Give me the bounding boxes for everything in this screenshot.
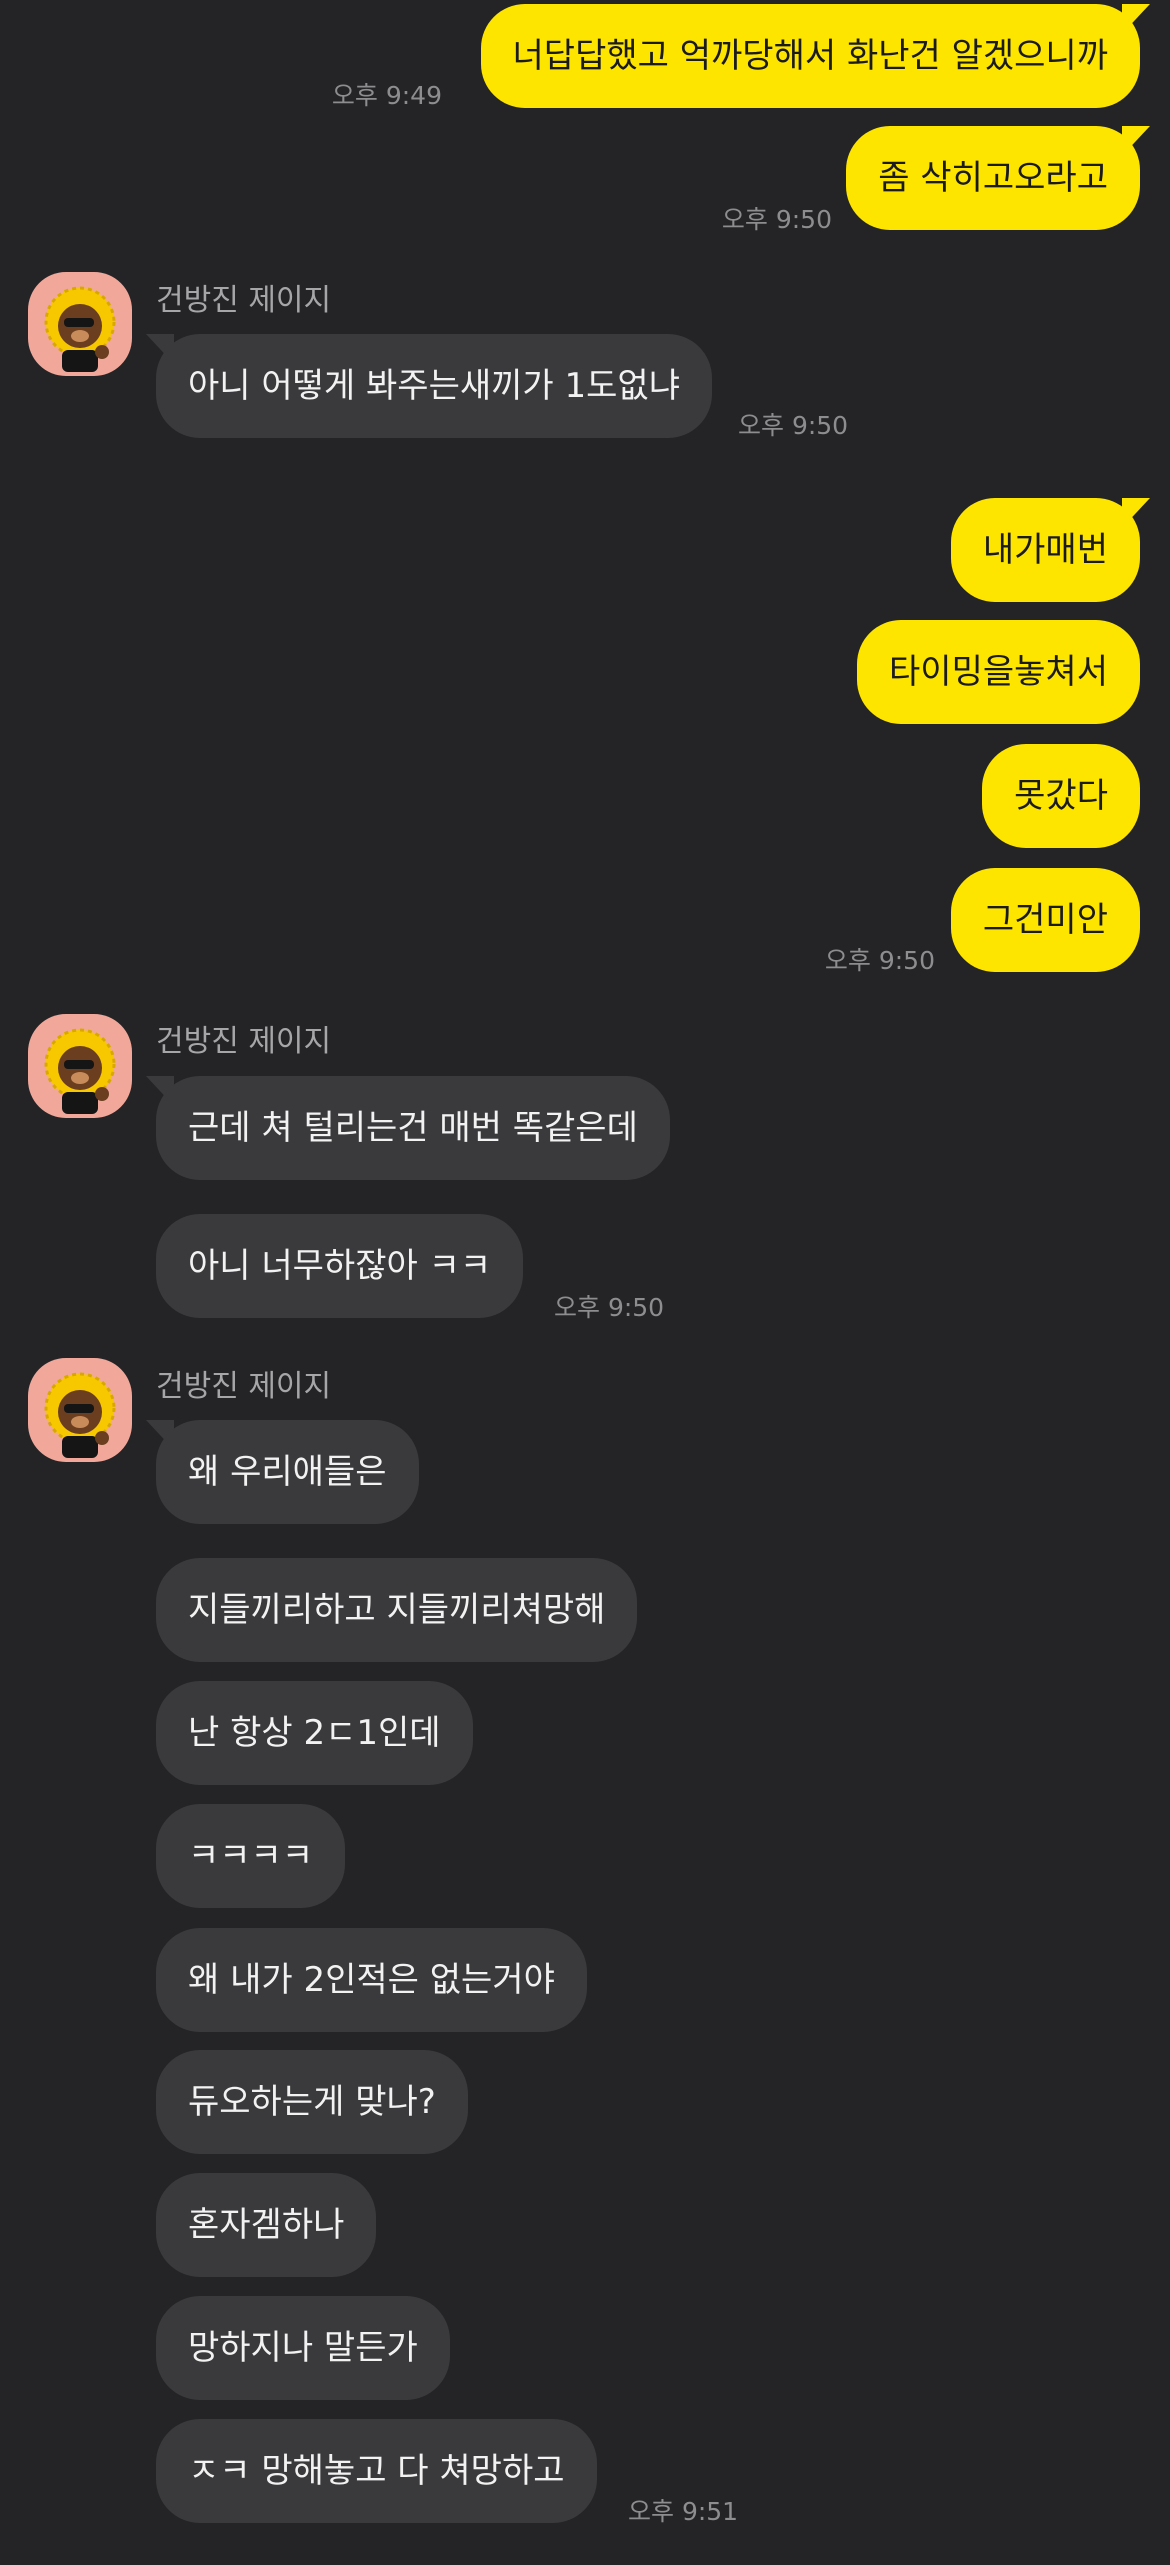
timestamp: 오후 9:51 <box>628 2497 739 2526</box>
my-message-bubble[interactable]: 너답답했고 억까당해서 화난건 알겠으니까 <box>480 4 1151 108</box>
timestamp: 오후 9:50 <box>738 411 849 440</box>
kakao-jay-g-character-icon <box>44 286 116 372</box>
their-message-bubble[interactable]: 아니 너무하잖아 ㅋㅋ <box>156 1214 524 1318</box>
their-message-bubble[interactable]: 근데 쳐 털리는건 매번 똑같은데 <box>146 1076 670 1180</box>
my-message-bubble[interactable]: 못갔다 <box>982 744 1140 848</box>
timestamp: 오후 9:49 <box>331 81 442 110</box>
kakao-jay-g-character-icon <box>44 1372 116 1458</box>
their-message-bubble[interactable]: 아니 어떻게 봐주는새끼가 1도없냐 <box>146 334 712 438</box>
my-message-bubble[interactable]: 내가매번 <box>950 498 1151 602</box>
their-message-bubble[interactable]: ㅈㅋ 망해놓고 다 쳐망하고 <box>156 2419 597 2523</box>
sender-name: 건방진 제이지 <box>156 1024 332 1059</box>
avatar[interactable] <box>28 1014 132 1118</box>
their-message-bubble[interactable]: 지들끼리하고 지들끼리쳐망해 <box>156 1558 638 1662</box>
their-message-bubble[interactable]: 듀오하는게 맞나? <box>156 2050 468 2154</box>
their-message-bubble[interactable]: 난 항상 2ㄷ1인데 <box>156 1681 473 1785</box>
my-message-bubble[interactable]: 타이밍을놓쳐서 <box>857 620 1140 724</box>
kakao-jay-g-character-icon <box>44 1028 116 1114</box>
their-message-bubble[interactable]: 왜 내가 2인적은 없는거야 <box>156 1928 587 2032</box>
their-message-bubble[interactable]: 왜 우리애들은 <box>146 1420 419 1524</box>
avatar[interactable] <box>28 1358 132 1462</box>
sender-name: 건방진 제이지 <box>156 283 332 318</box>
avatar[interactable] <box>28 272 132 376</box>
my-message-bubble[interactable]: 그건미안 <box>950 868 1140 972</box>
timestamp: 오후 9:50 <box>721 205 832 234</box>
timestamp: 오후 9:50 <box>824 946 935 975</box>
sender-name: 건방진 제이지 <box>156 1369 332 1404</box>
timestamp: 오후 9:50 <box>554 1293 665 1322</box>
my-message-bubble[interactable]: 좀 삭히고오라고 <box>846 126 1150 230</box>
their-message-bubble[interactable]: ㅋㅋㅋㅋ <box>156 1804 346 1908</box>
their-message-bubble[interactable]: 혼자겜하나 <box>156 2173 377 2277</box>
their-message-bubble[interactable]: 망하지나 말든가 <box>156 2296 450 2400</box>
